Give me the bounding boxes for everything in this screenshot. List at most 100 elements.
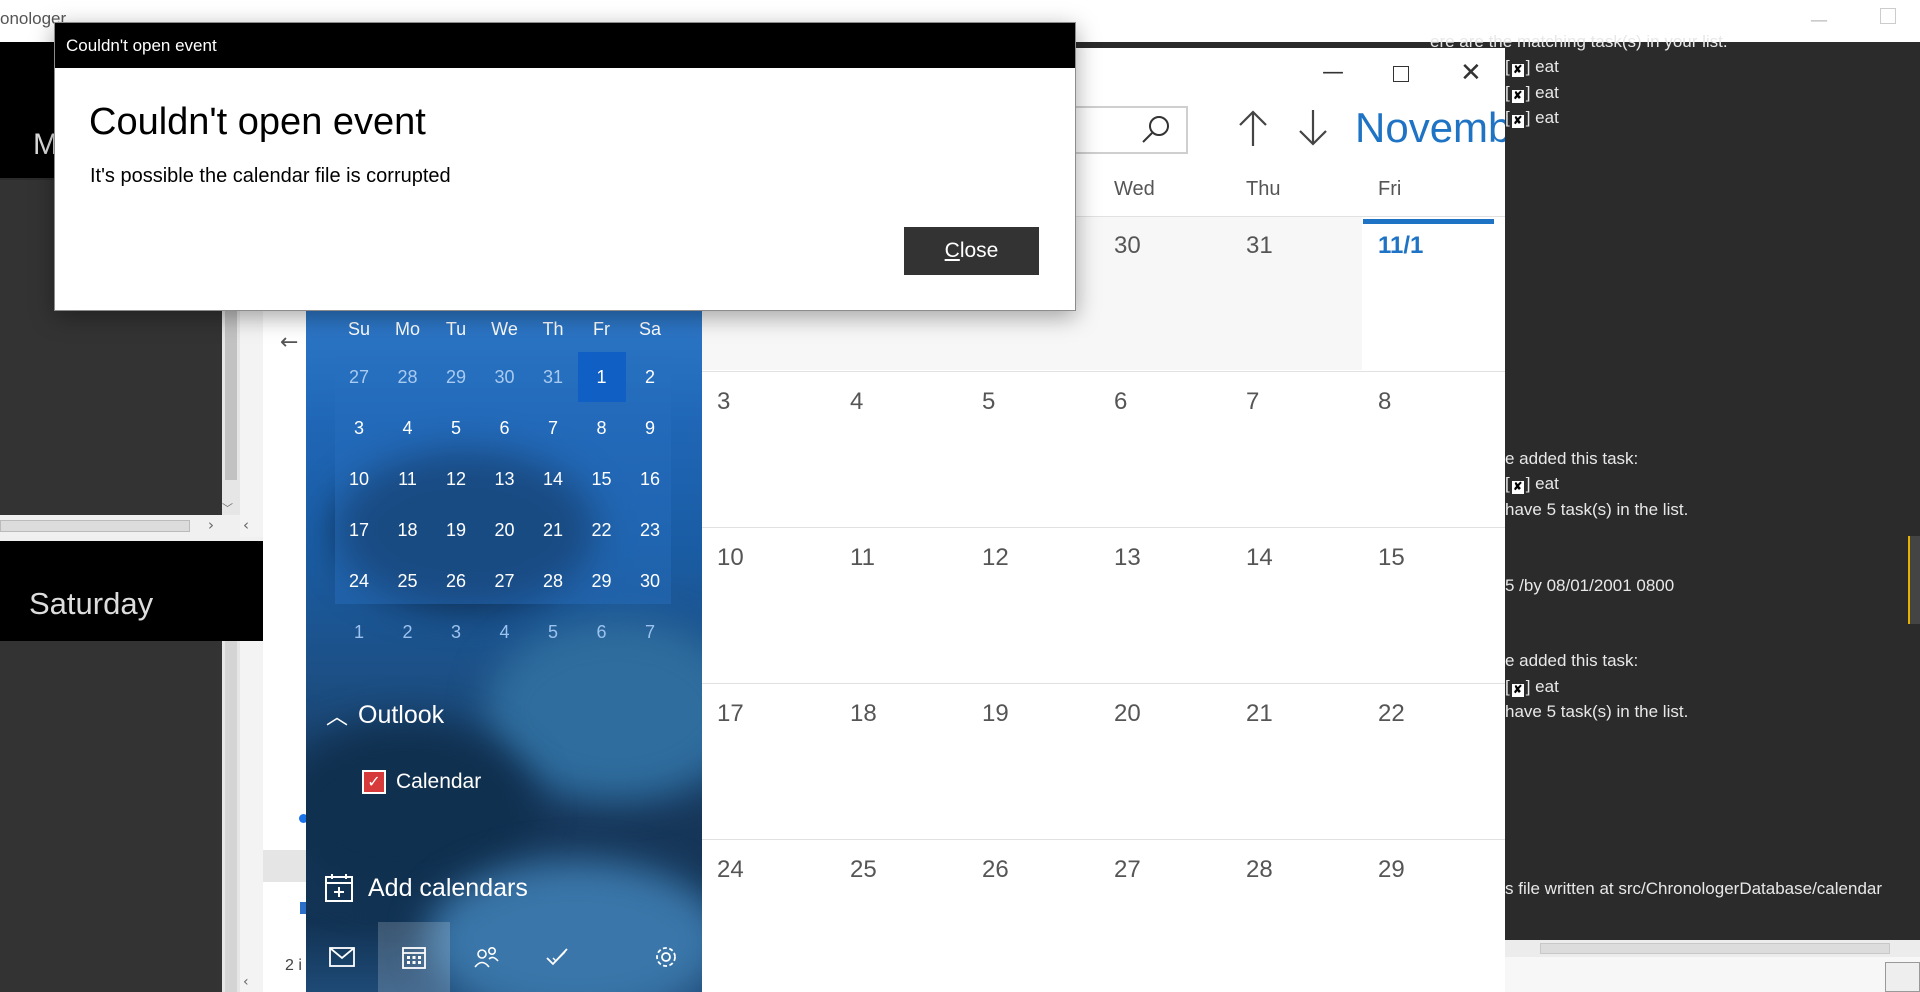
mini-calendar-day[interactable]: 19 <box>432 505 480 555</box>
mail-nav-button[interactable] <box>306 922 378 992</box>
close-window-button[interactable]: ✕ <box>1460 58 1482 88</box>
day-cell[interactable]: 8 <box>1378 388 1391 416</box>
calendar-nav-button[interactable] <box>378 922 450 992</box>
day-cell[interactable]: 11 <box>850 544 875 572</box>
scroll-left-icon[interactable]: ‹ <box>243 516 249 534</box>
day-cell[interactable]: 5 <box>982 388 995 416</box>
arrow-up-icon[interactable] <box>1236 108 1270 148</box>
mini-calendar-day[interactable]: 4 <box>384 403 432 453</box>
settings-nav-button[interactable] <box>630 922 702 992</box>
day-cell[interactable]: 18 <box>850 700 877 728</box>
day-cell[interactable]: 27 <box>1114 856 1141 884</box>
day-cell[interactable]: 6 <box>1114 388 1127 416</box>
mini-calendar-day[interactable]: 18 <box>384 505 432 555</box>
arrow-down-icon[interactable] <box>1296 108 1330 148</box>
mini-calendar-day[interactable]: 5 <box>432 403 480 453</box>
mini-calendar-day[interactable]: 10 <box>335 454 383 504</box>
day-cell[interactable]: 13 <box>1114 544 1141 572</box>
mini-calendar-day[interactable]: 26 <box>432 556 480 606</box>
mini-calendar-day[interactable]: 7 <box>529 403 577 453</box>
search-icon[interactable] <box>1140 113 1172 145</box>
mini-calendar-day[interactable]: 28 <box>529 556 577 606</box>
minimize-button[interactable]: — <box>1322 60 1344 85</box>
maximize-button[interactable] <box>1393 66 1409 82</box>
day-cell-oct-31[interactable]: 31 <box>1246 232 1273 260</box>
day-cell[interactable]: 3 <box>717 388 730 416</box>
mini-calendar-day[interactable]: 9 <box>626 403 674 453</box>
dialog-close-button[interactable]: Close <box>904 227 1039 275</box>
mini-calendar-day[interactable]: 29 <box>432 352 480 402</box>
mini-calendar-day[interactable]: 14 <box>529 454 577 504</box>
day-cell[interactable]: 29 <box>1378 856 1405 884</box>
mini-calendar-day[interactable]: 22 <box>578 505 626 555</box>
day-cell[interactable]: 22 <box>1378 700 1405 728</box>
todo-nav-button[interactable] <box>522 922 594 992</box>
day-cell[interactable]: 10 <box>717 544 744 572</box>
day-cell[interactable]: 17 <box>717 700 744 728</box>
mini-calendar-day[interactable]: 12 <box>432 454 480 504</box>
mini-calendar-day[interactable]: 6 <box>578 607 626 657</box>
day-cell[interactable]: 20 <box>1114 700 1141 728</box>
day-cell[interactable]: 19 <box>982 700 1009 728</box>
day-cell[interactable]: 4 <box>850 388 863 416</box>
mini-calendar-day[interactable]: 21 <box>529 505 577 555</box>
background-scroll-thumb-lower[interactable] <box>225 641 237 992</box>
mini-calendar-day[interactable]: 15 <box>578 454 626 504</box>
scroll-left-icon-bottom[interactable]: ‹ <box>243 974 249 990</box>
outlook-account-header[interactable]: ︿ Outlook <box>326 697 444 733</box>
mini-calendar-day[interactable]: 3 <box>432 607 480 657</box>
day-cell[interactable]: 26 <box>982 856 1009 884</box>
background-hscroll-thumb[interactable] <box>0 520 190 532</box>
month-title[interactable]: November <box>1355 104 1505 152</box>
day-cell-nov-1[interactable]: 11/1 <box>1378 232 1423 260</box>
background-scroll-thumb[interactable] <box>225 300 237 480</box>
mini-calendar-day[interactable]: 23 <box>626 505 674 555</box>
calendar-checkbox[interactable]: ✓ <box>362 770 386 794</box>
day-cell[interactable]: 25 <box>850 856 877 884</box>
mini-calendar-day[interactable]: 5 <box>529 607 577 657</box>
day-cell[interactable]: 15 <box>1378 544 1405 572</box>
console-hscroll-thumb[interactable] <box>1540 943 1890 954</box>
mini-calendar-day[interactable]: 3 <box>335 403 383 453</box>
day-cell[interactable]: 21 <box>1246 700 1273 728</box>
mini-calendar-day[interactable]: 2 <box>384 607 432 657</box>
mini-calendar-day[interactable]: 13 <box>481 454 529 504</box>
calendar-toggle[interactable]: ✓ Calendar <box>362 770 481 794</box>
mini-calendar-day[interactable]: 20 <box>481 505 529 555</box>
people-nav-button[interactable] <box>450 922 522 992</box>
mini-calendar-day[interactable]: 17 <box>335 505 383 555</box>
mini-calendar-day[interactable]: 16 <box>626 454 674 504</box>
mini-calendar-day[interactable]: 24 <box>335 556 383 606</box>
day-cell[interactable]: 12 <box>982 544 1009 572</box>
mini-calendar-day[interactable]: 27 <box>335 352 383 402</box>
add-calendars-button[interactable]: Add calendars <box>324 872 528 904</box>
scroll-down-icon[interactable]: ﹀ <box>222 500 233 516</box>
console-input-area[interactable] <box>1505 957 1920 992</box>
mini-calendar-day[interactable]: 28 <box>384 352 432 402</box>
mini-calendar-day[interactable]: 2 <box>626 352 674 402</box>
mini-calendar-day[interactable]: 1 <box>577 352 626 402</box>
day-cell-oct-30[interactable]: 30 <box>1114 232 1141 260</box>
back-arrow-icon[interactable]: ← <box>280 330 298 355</box>
background-maximize-button[interactable] <box>1880 8 1896 24</box>
day-cell[interactable]: 14 <box>1246 544 1273 572</box>
day-cell[interactable]: 7 <box>1246 388 1259 416</box>
mini-calendar-day[interactable]: 31 <box>529 352 577 402</box>
mini-calendar-day[interactable]: 6 <box>481 403 529 453</box>
mini-calendar-day[interactable]: 8 <box>578 403 626 453</box>
mini-calendar-day[interactable]: 25 <box>384 556 432 606</box>
day-cell[interactable]: 24 <box>717 856 744 884</box>
mini-calendar-day[interactable]: 30 <box>626 556 674 606</box>
mini-calendar-day[interactable]: 7 <box>626 607 674 657</box>
mini-calendar-day[interactable]: 27 <box>481 556 529 606</box>
mini-calendar-day[interactable]: 30 <box>481 352 529 402</box>
console-scroll-indicator[interactable] <box>1908 536 1920 624</box>
background-minimize-button[interactable]: — <box>1810 10 1828 31</box>
mini-calendar-day[interactable]: 4 <box>481 607 529 657</box>
scroll-right-icon[interactable]: › <box>208 516 214 534</box>
day-cell[interactable]: 28 <box>1246 856 1273 884</box>
explorer-selected-row[interactable] <box>263 850 308 882</box>
mini-calendar-day[interactable]: 11 <box>384 454 432 504</box>
console-send-button[interactable] <box>1885 962 1920 992</box>
mini-calendar-day[interactable]: 1 <box>335 607 383 657</box>
